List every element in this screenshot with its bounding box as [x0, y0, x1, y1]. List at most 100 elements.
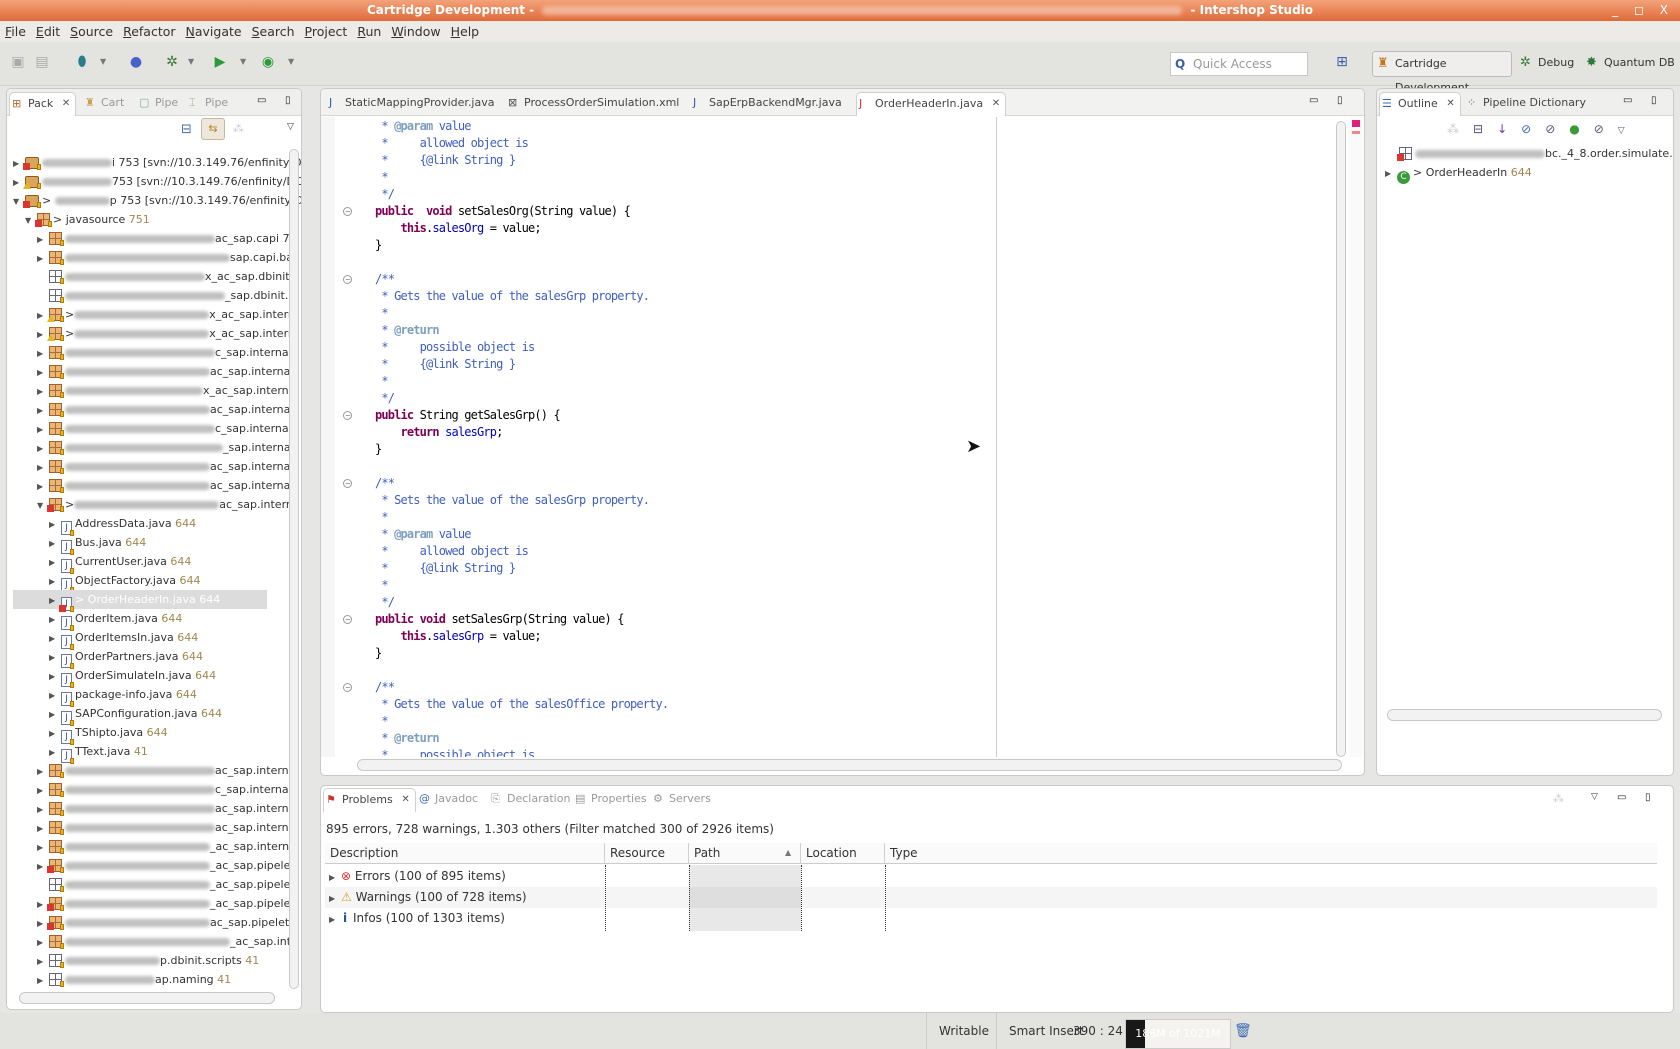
tab-sap-erp-backend-mgr[interactable]: J SapErpBackendMgr.java	[691, 92, 842, 116]
tree-item[interactable]: ▶ c_sap.interna	[37, 419, 289, 438]
menu-window[interactable]: Window	[386, 21, 445, 42]
fold-collapse-icon[interactable]: −	[343, 615, 352, 624]
table-row-infos[interactable]: ▶ i Infos (100 of 1303 items)	[325, 908, 1657, 929]
tree-item[interactable]: ▶ _sap.interna	[37, 438, 291, 457]
table-row-warnings[interactable]: ▶ ⚠ Warnings (100 of 728 items)	[325, 887, 1657, 908]
expand-arrow-icon[interactable]: ▶	[37, 819, 49, 838]
chevron-down-icon[interactable]: ▼	[100, 52, 106, 72]
tree-item[interactable]: x_ac_sap.dbinit.c	[37, 267, 299, 286]
minimize-icon[interactable]: ▭	[1623, 95, 1632, 106]
expand-arrow-icon[interactable]: ▶	[49, 648, 61, 667]
error-marker[interactable]	[1352, 120, 1360, 127]
tree-item[interactable]: ▶ ap.naming 41	[37, 970, 231, 989]
expand-arrow-icon[interactable]: ▶	[49, 610, 61, 629]
fold-collapse-icon[interactable]: −	[343, 207, 352, 216]
view-menu-icon[interactable]: ▽	[1618, 126, 1639, 136]
tree-item[interactable]: ▶ sap.capi.ba	[37, 248, 293, 267]
perspective-debug[interactable]: ✲ Debug	[1516, 51, 1578, 77]
tree-item[interactable]: ▶ _ac_sap.int	[37, 932, 291, 951]
tab-static-mapping-provider[interactable]: J StaticMappingProvider.java	[327, 92, 494, 116]
expand-arrow-icon[interactable]: ▶	[49, 534, 61, 553]
filter-icon[interactable]: ⁂	[1553, 792, 1564, 805]
tree-item[interactable]: ▶ ac_sap.interna	[37, 761, 295, 780]
fold-collapse-icon[interactable]: −	[343, 683, 352, 692]
tree-item[interactable]: ▶ _ac_sap.pipelet	[37, 856, 295, 875]
outline-item-class[interactable]: ▶ C > OrderHeaderIn 644	[1385, 163, 1532, 184]
minimize-icon[interactable]: ▭	[1617, 792, 1626, 803]
expand-arrow-icon[interactable]: ▶	[49, 705, 61, 724]
tab-declaration[interactable]: ⎘ Declaration	[489, 788, 570, 812]
expand-arrow-icon[interactable]: ▶	[49, 572, 61, 591]
maximize-icon[interactable]: ▯	[1337, 95, 1343, 106]
expand-arrow-icon[interactable]: ▶	[49, 667, 61, 686]
column-location[interactable]: Location	[801, 843, 885, 864]
heap-status[interactable]: 188M of 1021M	[1125, 1019, 1231, 1049]
expand-arrow-icon[interactable]: ▶	[49, 629, 61, 648]
open-perspective-icon[interactable]: ⊞	[1332, 52, 1352, 72]
table-row-errors[interactable]: ▶ ⊗ Errors (100 of 895 items)	[325, 866, 1657, 887]
expand-arrow-icon[interactable]: ▶	[49, 724, 61, 743]
menu-project[interactable]: Project	[300, 21, 353, 42]
menu-search[interactable]: Search	[247, 21, 300, 42]
tree-item[interactable]: ▶ ac_sap.capi 75	[37, 229, 297, 248]
save-all-icon[interactable]: ▤	[32, 52, 52, 72]
debug-icon[interactable]: ✲	[162, 52, 182, 72]
view-menu-icon[interactable]: ▽	[287, 122, 294, 132]
chevron-down-icon[interactable]: ▼	[188, 52, 194, 72]
run-icon[interactable]: ▶	[210, 52, 230, 72]
hide-fields-icon[interactable]: ⊘	[1521, 122, 1545, 136]
tree-item[interactable]: ▶ J ObjectFactory.java 644	[49, 571, 200, 593]
tree-item[interactable]: ▶ J OrderItemsIn.java 644	[49, 628, 198, 650]
tree-item[interactable]: ▶ J TShipto.java 644	[49, 723, 168, 745]
expand-arrow-icon[interactable]: ▶	[49, 553, 61, 572]
tree-item[interactable]: _ac_sap.pipelet	[37, 875, 295, 894]
tree-item[interactable]: ▶ J CurrentUser.java 644	[49, 552, 191, 574]
outline-item-package[interactable]: bc._4_8.order.simulate.	[1397, 144, 1673, 163]
tree-item[interactable]: ▶ J AddressData.java 644	[49, 514, 196, 536]
tab-properties[interactable]: ▤ Properties	[573, 788, 647, 812]
tree-item[interactable]: ▶ _ac_sap.pipelet	[37, 894, 295, 913]
tab-javadoc[interactable]: @ Javadoc	[417, 788, 478, 812]
tree-item[interactable]: ▶ c_sap.interna	[37, 780, 289, 799]
expand-arrow-icon[interactable]: ▶	[49, 743, 61, 762]
tree-item[interactable]: ▶ > x_ac_sap.interr	[37, 305, 292, 324]
expand-arrow-icon[interactable]: ▶	[37, 363, 49, 382]
tree-item[interactable]: ▶ J SAPConfiguration.java 644	[49, 704, 222, 726]
tree-item[interactable]: ▶ ac_sap.interna	[37, 476, 290, 495]
database-icon[interactable]: ⬮	[72, 52, 92, 72]
run-external-icon[interactable]: ◉	[258, 52, 278, 72]
close-icon[interactable]: ✕	[401, 789, 409, 811]
tree-item[interactable]: ▶ ac_sap.interna	[37, 362, 290, 381]
horizontal-scrollbar[interactable]	[1387, 709, 1662, 721]
tree-item[interactable]: ▶ J OrderPartners.java 644	[49, 647, 203, 669]
horizontal-scrollbar[interactable]	[357, 759, 1342, 771]
tree-item[interactable]: ▶ p.dbinit.scripts 41	[37, 951, 259, 970]
tree-item[interactable]: ▶i 753 [svn://10.3.149.76/enfinity/DC_G	[13, 153, 301, 172]
tree-item[interactable]: ▶ J OrderItem.java 644	[49, 609, 182, 631]
chevron-down-icon[interactable]: ▼	[288, 52, 294, 72]
expand-arrow-icon[interactable]: ▶	[37, 781, 49, 800]
column-description[interactable]: Description	[325, 843, 605, 864]
collapse-all-icon[interactable]: ⊟	[1473, 122, 1497, 136]
perspective-cartridge-development[interactable]: ♜Cartridge Development	[1372, 51, 1512, 94]
expand-arrow-icon[interactable]: ▶	[37, 800, 49, 819]
tree-item[interactable]: ▶ ac_sap.interna	[37, 400, 290, 419]
tree-item[interactable]: ▶ Jpackage-info.java 644	[49, 685, 197, 707]
filter-icon[interactable]: ⁂	[1447, 122, 1473, 136]
tree-item[interactable]: _sap.dbinit.p	[37, 286, 295, 305]
window-controls[interactable]: _ ◻ X	[1612, 0, 1674, 21]
maximize-icon[interactable]: ▯	[1651, 95, 1657, 106]
tree-item[interactable]: ▶ ac_sap.interna	[37, 818, 295, 837]
expand-arrow-icon[interactable]: ▶	[37, 401, 49, 420]
expand-arrow-icon[interactable]: ▶	[37, 344, 49, 363]
tree-item[interactable]: ▶ J Bus.java 644	[49, 533, 146, 555]
tab-process-order-simulation[interactable]: ⊠ ProcessOrderSimulation.xml	[506, 92, 679, 116]
expand-arrow-icon[interactable]: ▶	[37, 952, 49, 971]
fold-collapse-icon[interactable]: −	[343, 479, 352, 488]
expand-arrow-icon[interactable]: ▶	[37, 420, 49, 439]
tree-item[interactable]: ▶ ac_sap.interna	[37, 799, 295, 818]
fold-collapse-icon[interactable]: −	[343, 275, 352, 284]
hide-local-types-icon[interactable]: ⊘	[1594, 122, 1618, 136]
tree-item[interactable]: ▶ _ac_sap.interna	[37, 837, 296, 856]
column-resource[interactable]: Resource	[605, 843, 689, 864]
